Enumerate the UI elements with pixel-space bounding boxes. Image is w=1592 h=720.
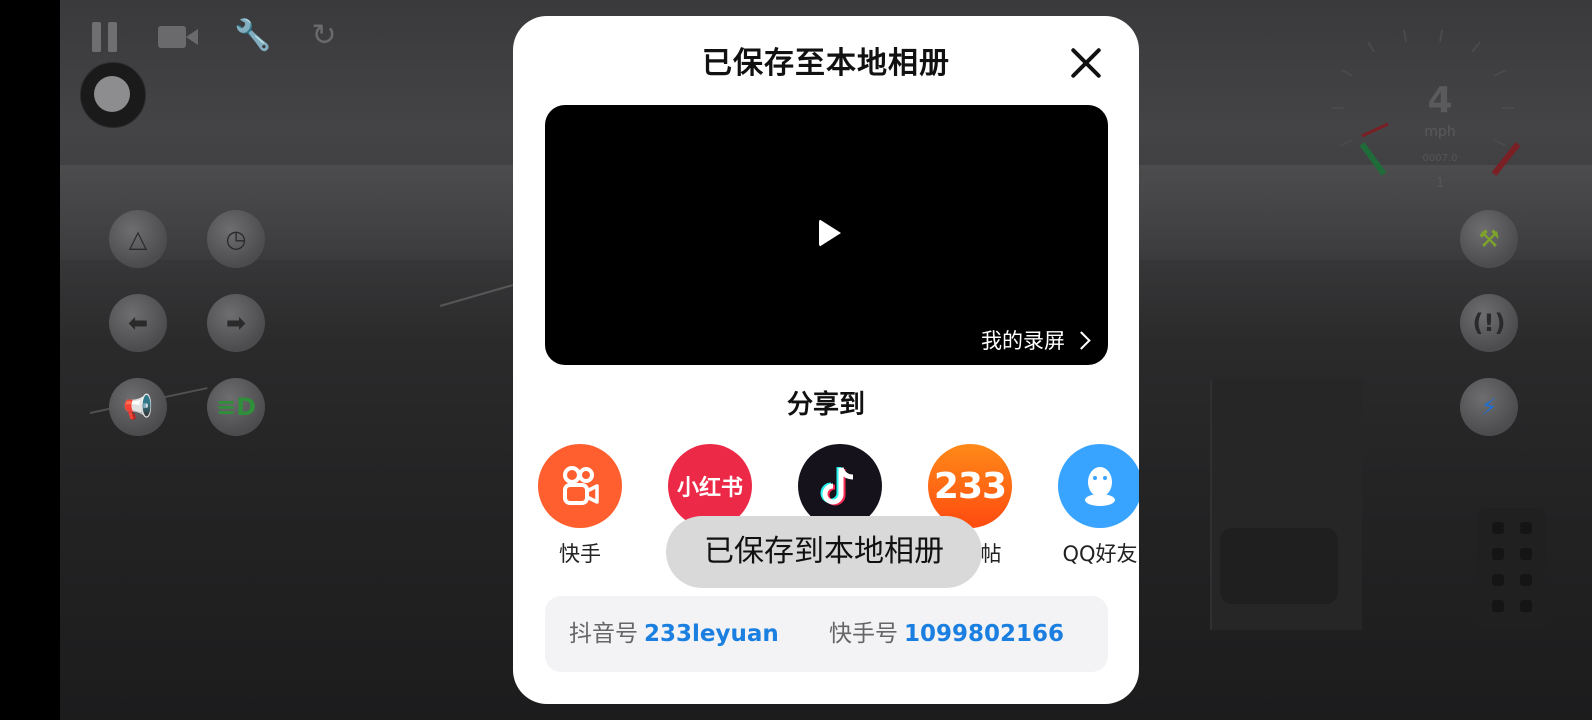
accelerator-pedal[interactable] (1478, 508, 1546, 630)
cruise-control-button[interactable]: ◷ (207, 210, 265, 268)
speed-readout: 4 (1427, 80, 1453, 121)
wiper-button[interactable]: ⚒ (1460, 210, 1518, 268)
pause-icon[interactable] (88, 18, 124, 54)
gear-indicator: 1 (1435, 176, 1445, 191)
account-info: 抖音号 233leyuan 快手号 1099802166 (545, 596, 1108, 672)
saved-toast: 已保存到本地相册 (666, 516, 982, 588)
record-button[interactable] (80, 62, 146, 128)
right-indicator-button[interactable]: ➡ (207, 294, 265, 352)
video-preview[interactable]: 我的录屏 (545, 105, 1108, 365)
my-recordings-link[interactable]: 我的录屏 (981, 325, 1091, 355)
horn-button[interactable]: 📢 (109, 378, 167, 436)
share-heading: 分享到 (786, 390, 865, 420)
share-kuaishou[interactable]: 快手 (530, 444, 630, 568)
play-icon[interactable] (819, 219, 841, 247)
douyin-account: 抖音号 233leyuan (569, 596, 779, 672)
account-key: 快手号 (829, 621, 898, 647)
brake-pedal[interactable] (1220, 528, 1338, 604)
account-value[interactable]: 1099802166 (904, 621, 1064, 647)
qq-icon (1058, 444, 1139, 528)
share-label: 快手 (559, 542, 601, 566)
chevron-right-icon (1072, 330, 1091, 350)
account-value[interactable]: 233leyuan (644, 621, 779, 647)
headlights-button[interactable]: ≡D (207, 378, 265, 436)
refresh-icon[interactable]: ↻ (306, 18, 342, 54)
wrench-icon[interactable]: 🔧 (234, 18, 271, 54)
speed-unit: mph (1424, 124, 1456, 140)
my-recordings-label: 我的录屏 (981, 329, 1065, 353)
odometer: 0007.0 (1422, 153, 1458, 164)
kuaishou-icon (538, 444, 622, 528)
close-button[interactable] (1069, 46, 1103, 80)
share-qq[interactable]: QQ好友 (1050, 444, 1139, 568)
kuaishou-account: 快手号 1099802166 (829, 596, 1064, 672)
hazard-button[interactable]: △ (109, 210, 167, 268)
camera-icon[interactable] (158, 18, 198, 54)
left-black-bar (0, 0, 60, 720)
engine-start-button[interactable]: ⚡ (1460, 378, 1518, 436)
dialog-title: 已保存至本地相册 (702, 46, 950, 81)
parking-brake-button[interactable]: (!) (1460, 294, 1518, 352)
save-share-dialog: 已保存至本地相册 我的录屏 分享到 快手 小红书 233 QQ好友 已保存到本地… (513, 16, 1139, 704)
share-label: QQ好友 (1062, 542, 1138, 566)
account-key: 抖音号 (569, 621, 638, 647)
left-indicator-button[interactable]: ⬅ (109, 294, 167, 352)
